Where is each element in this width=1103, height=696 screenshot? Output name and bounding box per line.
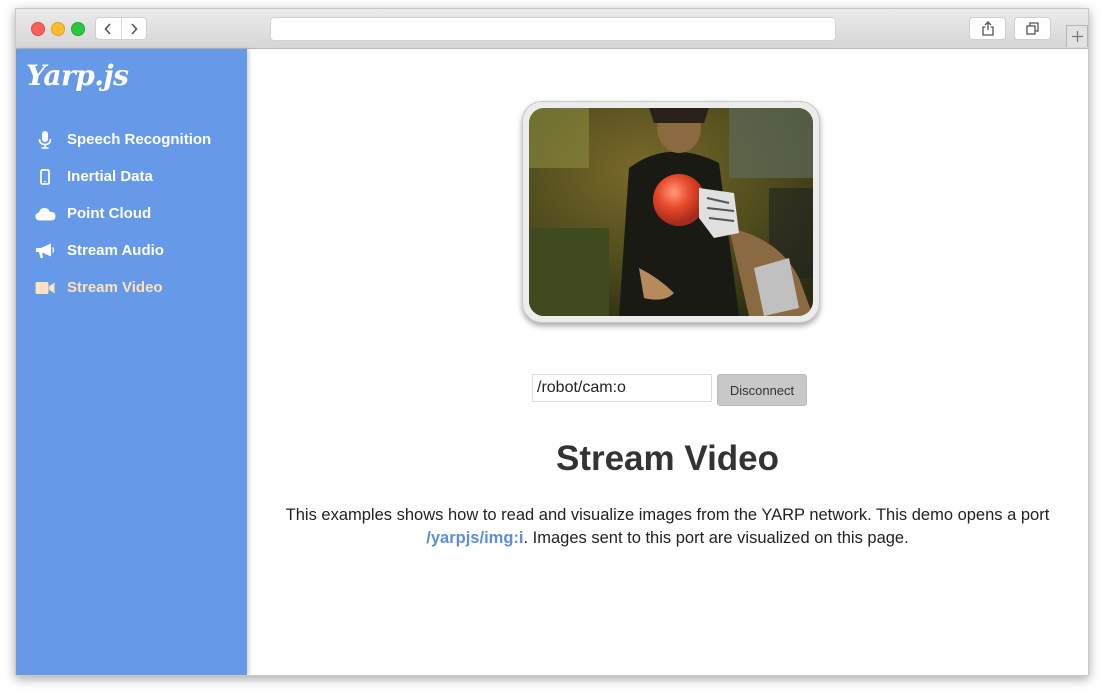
address-bar[interactable] bbox=[270, 17, 836, 41]
microphone-icon bbox=[34, 130, 56, 149]
sidebar: Yarp.js Speech Recognition Inertial Data… bbox=[16, 49, 247, 675]
video-stream-image bbox=[529, 108, 813, 316]
video-camera-icon bbox=[34, 279, 56, 297]
video-stream-frame bbox=[522, 101, 820, 323]
chevron-left-icon bbox=[104, 22, 111, 35]
main-content: Disconnect Stream Video This examples sh… bbox=[247, 49, 1088, 675]
browser-toolbar bbox=[16, 9, 1088, 49]
back-button[interactable] bbox=[96, 18, 121, 39]
new-tab-button[interactable] bbox=[1066, 25, 1088, 47]
show-tabs-button[interactable] bbox=[1014, 17, 1051, 40]
cloud-icon bbox=[34, 205, 56, 223]
port-link[interactable]: /yarpjs/img:i bbox=[426, 529, 523, 547]
sidebar-menu: Speech Recognition Inertial Data Point C… bbox=[16, 121, 247, 306]
sidebar-item-label: Stream Audio bbox=[67, 242, 164, 259]
sidebar-item-label: Speech Recognition bbox=[67, 131, 212, 148]
sidebar-item-label: Inertial Data bbox=[67, 168, 153, 185]
app-logo[interactable]: Yarp.js bbox=[26, 59, 129, 92]
sidebar-item-inertial-data[interactable]: Inertial Data bbox=[16, 158, 247, 195]
page-title: Stream Video bbox=[555, 439, 780, 478]
megaphone-icon bbox=[34, 242, 56, 260]
tabs-icon bbox=[1026, 22, 1039, 35]
sidebar-item-label: Point Cloud bbox=[67, 205, 152, 222]
minimize-window-button[interactable] bbox=[51, 22, 65, 36]
sidebar-item-speech-recognition[interactable]: Speech Recognition bbox=[16, 121, 247, 158]
disconnect-button[interactable]: Disconnect bbox=[717, 374, 807, 406]
share-button[interactable] bbox=[969, 17, 1006, 40]
browser-window: Yarp.js Speech Recognition Inertial Data… bbox=[15, 8, 1089, 676]
history-nav bbox=[95, 17, 147, 40]
sidebar-item-point-cloud[interactable]: Point Cloud bbox=[16, 195, 247, 232]
description-text-end: . Images sent to this port are visualize… bbox=[523, 529, 909, 547]
chevron-right-icon bbox=[131, 22, 138, 35]
close-window-button[interactable] bbox=[31, 22, 45, 36]
mobile-phone-icon bbox=[34, 168, 56, 186]
description-text-start: This examples shows how to read and visu… bbox=[285, 506, 1050, 524]
sidebar-item-stream-audio[interactable]: Stream Audio bbox=[16, 232, 247, 269]
plus-icon bbox=[1071, 31, 1083, 42]
sidebar-item-label: Stream Video bbox=[67, 279, 163, 296]
forward-button[interactable] bbox=[120, 18, 147, 39]
sidebar-item-stream-video[interactable]: Stream Video bbox=[16, 269, 247, 306]
zoom-window-button[interactable] bbox=[71, 22, 85, 36]
page-description: This examples shows how to read and visu… bbox=[277, 504, 1058, 550]
port-name-input[interactable] bbox=[532, 374, 712, 402]
share-icon bbox=[981, 21, 994, 36]
